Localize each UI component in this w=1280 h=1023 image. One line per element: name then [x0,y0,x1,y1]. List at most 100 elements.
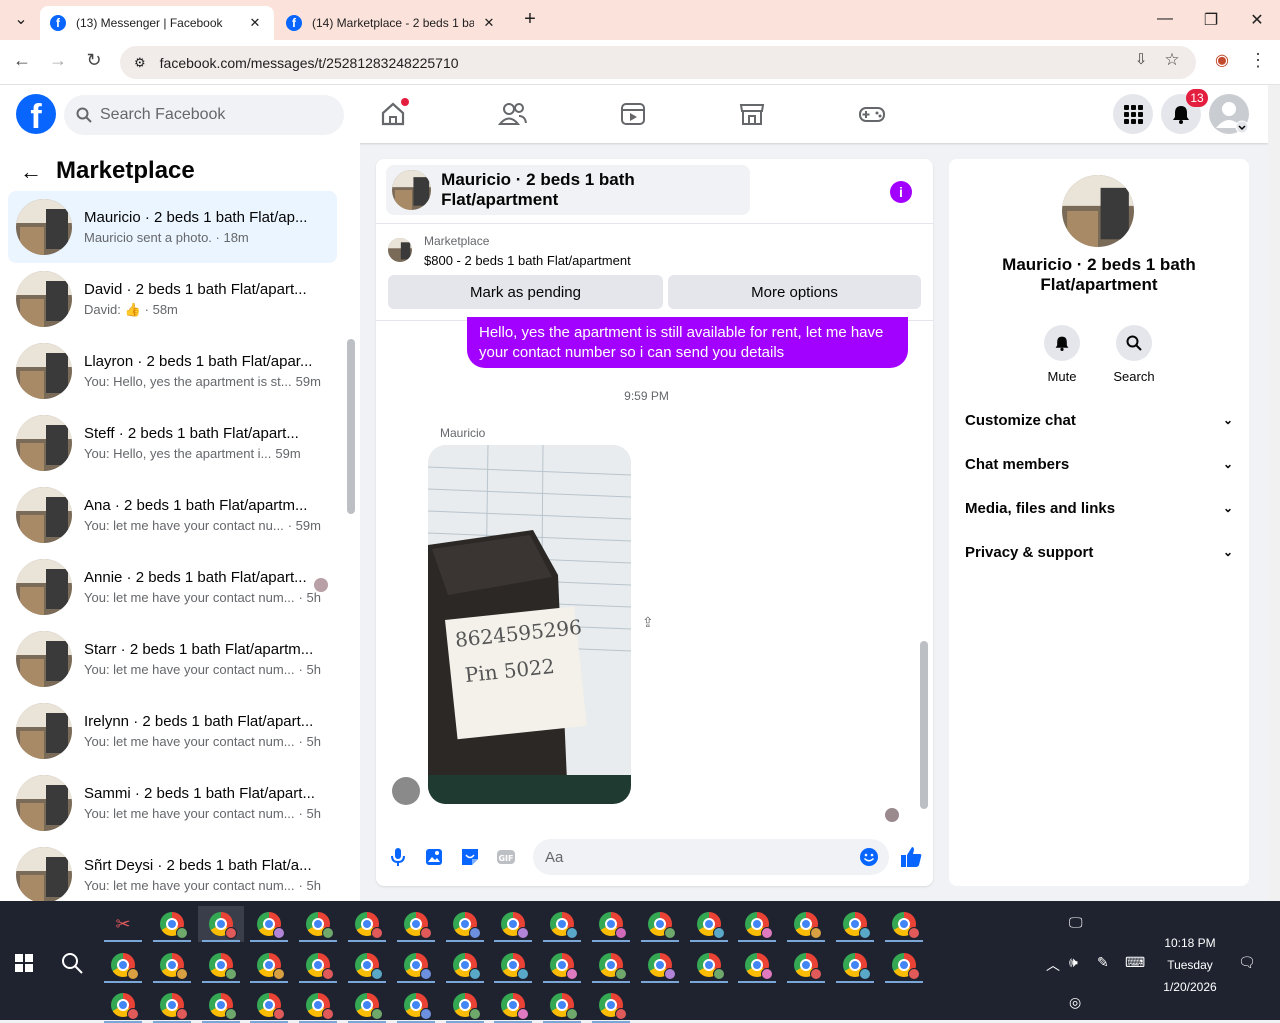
tray-chevron-up-icon[interactable]: ︿ [1046,955,1060,975]
sticker-icon[interactable] [459,846,481,868]
conversation-item[interactable]: Annie · 2 beds 1 bath Flat/apart... You: … [8,551,337,623]
tab-messenger[interactable]: f (13) Messenger | Facebook ✕ [40,6,274,40]
windows-start-icon[interactable] [15,954,33,972]
search-in-chat-button[interactable]: Search [1104,325,1164,384]
chrome-window-icon[interactable] [832,906,878,942]
photo-attach-icon[interactable] [423,846,445,868]
webcam-icon[interactable]: ◎ [1069,994,1081,1011]
close-icon[interactable]: ✕ [480,15,498,31]
chrome-window-icon[interactable] [149,987,195,1023]
volume-icon[interactable]: 🕪 [1069,954,1078,971]
chrome-window-icon[interactable] [344,987,390,1023]
customize-chat-row[interactable]: Customize chat ⌄ [965,402,1233,438]
restore-icon[interactable]: ❐ [1196,10,1226,30]
chrome-window-icon[interactable] [393,987,439,1023]
outgoing-message-bubble[interactable]: Hello, yes the apartment is still availa… [467,317,908,368]
chrome-window-icon[interactable] [588,906,634,942]
chrome-window-icon[interactable] [246,987,292,1023]
friends-icon[interactable] [496,97,530,131]
back-arrow-icon[interactable]: ← [9,50,35,71]
conversation-item[interactable]: David · 2 beds 1 bath Flat/apart... David… [8,263,337,335]
chrome-window-icon[interactable] [149,947,195,983]
conversation-item[interactable]: Ana · 2 beds 1 bath Flat/apartm... You: l… [8,479,337,551]
chat-header[interactable]: Mauricio · 2 beds 1 bath Flat/apartment [386,165,750,215]
chrome-window-icon[interactable] [637,947,683,983]
menu-grid-button[interactable] [1113,94,1153,134]
site-info-icon[interactable]: ⚙ [134,55,146,71]
message-input[interactable]: Aa [533,839,889,875]
search-facebook-input[interactable]: Search Facebook [64,95,344,135]
media-files-links-row[interactable]: Media, files and links ⌄ [965,490,1233,526]
back-arrow-icon[interactable]: ← [20,159,42,185]
install-app-icon[interactable]: ⇩ [1128,50,1154,68]
chat-members-row[interactable]: Chat members ⌄ [965,446,1233,482]
received-photo[interactable]: 8624595296 Pin 5022 [428,445,631,804]
info-icon[interactable]: i [890,181,912,203]
gif-icon[interactable]: GIF [495,846,517,868]
taskbar-search-icon[interactable] [61,952,83,974]
chrome-window-icon[interactable] [783,906,829,942]
privacy-support-row[interactable]: Privacy & support ⌄ [965,534,1233,570]
gaming-icon[interactable] [855,97,889,131]
chrome-window-icon[interactable] [198,947,244,983]
tab-search-icon[interactable]: ⌄ [6,9,36,29]
chrome-window-icon[interactable] [734,906,780,942]
chrome-window-icon[interactable] [295,987,341,1023]
thumbs-up-icon[interactable] [899,845,923,869]
home-icon[interactable] [376,97,410,131]
facebook-logo-icon[interactable]: f [16,94,56,134]
chrome-window-icon[interactable] [198,987,244,1023]
chrome-window-icon[interactable] [344,947,390,983]
chrome-window-icon[interactable] [149,906,195,942]
chrome-window-icon[interactable] [100,947,146,983]
chrome-window-icon[interactable] [734,947,780,983]
chrome-window-icon[interactable] [246,906,292,942]
chrome-window-icon[interactable] [442,906,488,942]
new-tab-plus-icon[interactable]: + [515,8,545,31]
chrome-window-icon[interactable] [783,947,829,983]
pen-icon[interactable]: ✎ [1097,954,1109,971]
chrome-window-icon[interactable] [442,987,488,1023]
reload-icon[interactable]: ↻ [81,50,107,71]
window-close-icon[interactable]: ✕ [1242,10,1272,30]
chrome-window-icon[interactable] [246,947,292,983]
forward-arrow-icon[interactable]: → [45,50,71,71]
chrome-window-icon[interactable] [588,947,634,983]
video-icon[interactable] [616,97,650,131]
chrome-window-icon[interactable] [442,947,488,983]
chrome-window-icon[interactable] [393,947,439,983]
chrome-window-icon[interactable] [637,906,683,942]
conversation-item[interactable]: Sammi · 2 beds 1 bath Flat/apart... You: … [8,767,337,839]
chrome-window-icon[interactable] [881,947,927,983]
share-icon[interactable]: ⇪ [642,614,654,631]
listing-title[interactable]: $800 - 2 beds 1 bath Flat/apartment [424,253,631,268]
conversation-item[interactable]: Irelynn · 2 beds 1 bath Flat/apart... You… [8,695,337,767]
chrome-window-icon[interactable] [490,906,536,942]
taskbar-clock[interactable]: 10:18 PM Tuesday 1/20/2026 [1150,932,1230,998]
url-omnibox[interactable]: ⚙ facebook.com/messages/t/25281283248225… [120,46,1196,79]
chrome-window-icon[interactable] [686,906,732,942]
bookmark-star-icon[interactable]: ☆ [1159,50,1185,70]
sender-avatar[interactable] [392,777,420,805]
chrome-window-icon[interactable] [393,906,439,942]
conversation-item[interactable]: Mauricio · 2 beds 1 bath Flat/ap... Mauri… [8,191,337,263]
chrome-window-icon[interactable] [881,906,927,942]
desktop-icon[interactable]: 🖵 [1069,914,1083,931]
conversation-item[interactable]: Sñrt Deysi · 2 beds 1 bath Flat/a... You:… [8,839,337,901]
chrome-window-icon[interactable] [490,987,536,1023]
microphone-icon[interactable] [387,846,409,868]
mark-as-pending-button[interactable]: Mark as pending [388,275,663,309]
marketplace-icon[interactable] [735,97,769,131]
profile-icon[interactable]: ◉ [1209,50,1235,70]
chat-scrollbar[interactable] [920,641,928,809]
account-avatar[interactable] [1209,94,1249,134]
chrome-window-icon[interactable] [686,947,732,983]
action-center-icon[interactable]: 🗨 [1238,954,1256,971]
chrome-window-icon[interactable] [539,987,585,1023]
keyboard-icon[interactable]: ⌨ [1125,954,1145,971]
chrome-window-icon[interactable] [344,906,390,942]
chrome-window-icon[interactable] [295,906,341,942]
emoji-icon[interactable] [859,847,879,867]
chrome-window-icon[interactable] [490,947,536,983]
mute-button[interactable]: Mute [1032,325,1092,384]
